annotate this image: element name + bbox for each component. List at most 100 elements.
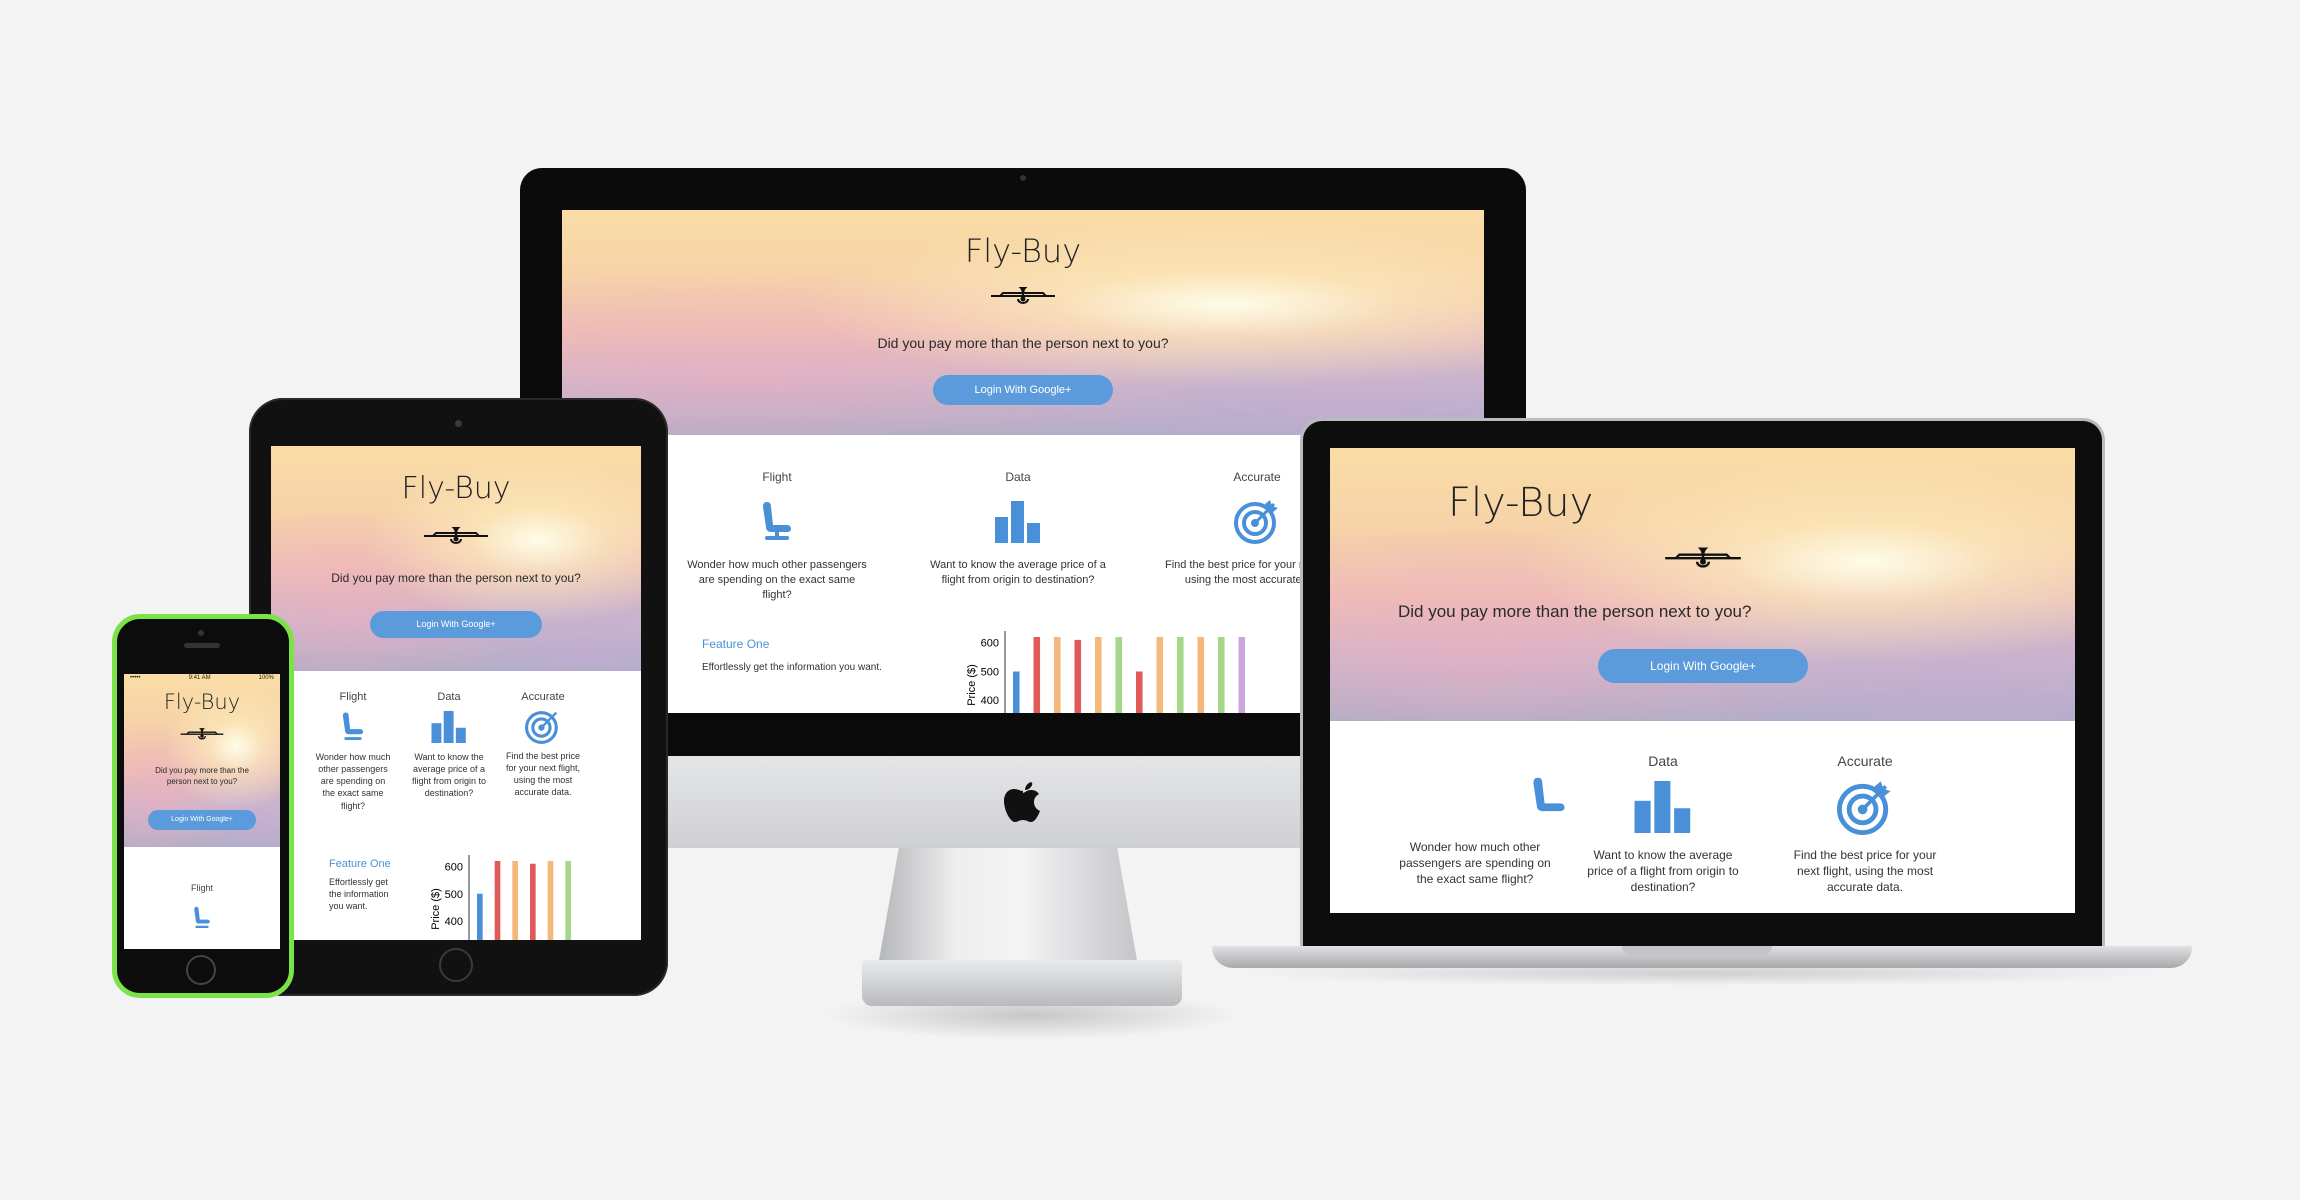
chart-bar xyxy=(1033,637,1041,713)
chart-bar xyxy=(547,861,554,940)
login-google-button[interactable]: Login With Google+ xyxy=(148,810,256,830)
chart-bar xyxy=(1115,637,1123,713)
feature-heading: Data xyxy=(1648,753,1678,769)
feature-accurate: Accurate Find the best price for your ne… xyxy=(1780,753,1950,896)
feature-flight: Wonder how much other passengers are spe… xyxy=(1390,753,1565,888)
chart-bar xyxy=(1218,637,1225,713)
price-chart: Price ($) 600 500 400 xyxy=(430,855,571,940)
feature-flight: Flight Wonder how much other passengers … xyxy=(682,470,872,603)
chart-bar xyxy=(530,863,536,940)
ipad-screen: Fly-Buy Did you pay more than the person… xyxy=(271,446,641,940)
feature-description: Find the best price for your next flight… xyxy=(1793,848,1937,895)
feature-data: Data Want to know the average price of a… xyxy=(409,691,489,800)
seat-icon xyxy=(1533,777,1565,812)
y-tick-label: 500 xyxy=(445,889,463,901)
ipad-home-button xyxy=(439,948,473,982)
login-google-button[interactable]: Login With Google+ xyxy=(370,611,542,638)
status-bar: ••••• 9:41 AM 100% xyxy=(124,674,280,684)
laptop-hero: Fly-Buy Did you pay more than the person… xyxy=(1330,448,2075,721)
battery-level: 100% xyxy=(258,675,274,681)
feature-heading: Data xyxy=(1005,470,1031,484)
chart-bar xyxy=(512,861,518,940)
iphone-hero: ••••• 9:41 AM 100% Fly-Buy Did you pay m… xyxy=(124,674,280,847)
y-tick-label: 600 xyxy=(445,861,463,873)
imac-hero: Fly-Buy Did you pay more than the person… xyxy=(562,210,1484,435)
feature-description: Find the best price for your next flight… xyxy=(505,751,581,798)
chart-bar xyxy=(477,893,483,940)
iphone-features-section: Flight xyxy=(124,847,280,949)
chart-bar xyxy=(1177,637,1184,713)
y-tick-label: 500 xyxy=(981,666,999,678)
airplane-icon xyxy=(1665,547,1741,568)
feature-flight: Flight Wonder how much other passengers … xyxy=(315,691,391,812)
feature-data: Data Want to know the average price of a… xyxy=(923,470,1113,588)
imac-stand-foot xyxy=(862,960,1182,1006)
feature-description: Wonder how much other passengers are spe… xyxy=(315,752,391,811)
feature-one-heading[interactable]: Feature One xyxy=(329,858,391,870)
status-time: 9:41 AM xyxy=(188,675,211,681)
chart-bar xyxy=(494,861,501,940)
feature-one-text: Effortlessly get the information you wan… xyxy=(702,662,882,673)
tagline: Did you pay more than the person next to… xyxy=(1398,602,1752,621)
seat-icon xyxy=(342,712,364,740)
feature-data: Data Want to know the average price of a… xyxy=(1578,753,1748,896)
chart-bar xyxy=(1095,637,1102,713)
feature-one-text: Effortlessly get the information you wan… xyxy=(329,877,389,912)
y-axis-label: Price ($) xyxy=(430,888,442,930)
y-tick-label: 400 xyxy=(981,695,999,707)
feature-heading: Accurate xyxy=(521,691,565,703)
ipad-features-section: Flight Wonder how much other passengers … xyxy=(271,671,641,940)
iphone-camera xyxy=(198,630,204,636)
chart-bar xyxy=(1013,671,1020,713)
bar-chart-icon xyxy=(431,711,466,743)
ipad-hero: Fly-Buy Did you pay more than the person… xyxy=(271,446,641,671)
feature-description: Want to know the average price of a flig… xyxy=(930,559,1106,586)
chart-bar xyxy=(1156,637,1164,713)
laptop-features-section: Wonder how much other passengers are spe… xyxy=(1330,721,2075,913)
iphone-screen: ••••• 9:41 AM 100% Fly-Buy Did you pay m… xyxy=(124,674,280,949)
feature-accurate: Accurate Find the best price for your ne… xyxy=(503,691,583,799)
y-axis-label: Price ($) xyxy=(966,664,978,706)
chart-bar xyxy=(1054,637,1061,713)
target-icon xyxy=(525,711,558,744)
login-google-button[interactable]: Login With Google+ xyxy=(933,375,1113,405)
seat-icon xyxy=(194,906,210,928)
imac-stand-neck xyxy=(878,848,1138,966)
target-icon xyxy=(1234,500,1278,544)
feature-heading: Flight xyxy=(339,691,367,703)
feature-one-heading[interactable]: Feature One xyxy=(702,637,769,651)
airplane-icon xyxy=(180,728,224,740)
feature-description: Wonder how much other passengers are spe… xyxy=(1399,840,1551,887)
login-google-button[interactable]: Login With Google+ xyxy=(1598,649,1808,683)
site-title: Fly-Buy xyxy=(1448,480,1594,526)
iphone-speaker xyxy=(184,643,220,648)
chart-bar xyxy=(565,861,571,940)
carrier-signal: ••••• xyxy=(130,675,141,681)
laptop-screen: Fly-Buy Did you pay more than the person… xyxy=(1330,448,2075,913)
y-tick-label: 400 xyxy=(445,916,463,928)
seat-icon xyxy=(763,502,791,540)
y-tick-label: 600 xyxy=(981,638,999,650)
feature-description: Want to know the average price of a flig… xyxy=(1587,848,1739,895)
iphone-home-button xyxy=(186,955,216,985)
tagline: Did you pay more than the person next to… xyxy=(331,571,581,585)
site-title: Fly-Buy xyxy=(163,690,241,714)
tagline: Did you pay more than the person next to… xyxy=(155,766,249,786)
feature-flight: Flight xyxy=(124,883,280,931)
feature-heading: Flight xyxy=(190,883,213,893)
chart-bar xyxy=(1136,671,1143,713)
apple-logo-icon xyxy=(1004,782,1040,822)
device-mockup-stage: Fly-Buy Did you pay more than the person… xyxy=(0,0,2300,1200)
feature-description: Want to know the average price of a flig… xyxy=(411,752,487,799)
tagline: Did you pay more than the person next to… xyxy=(877,335,1169,351)
site-title: Fly-Buy xyxy=(401,471,511,506)
feature-heading: Data xyxy=(437,691,461,703)
price-chart: Price ($) 600 500 400 xyxy=(966,631,1246,713)
chart-bar xyxy=(1197,637,1205,713)
feature-heading: Flight xyxy=(762,470,792,484)
target-icon xyxy=(1837,781,1891,835)
laptop-notch xyxy=(1622,946,1772,956)
imac-camera xyxy=(1020,175,1026,181)
bar-chart-icon xyxy=(1634,781,1691,833)
chart-bar xyxy=(1238,637,1246,713)
